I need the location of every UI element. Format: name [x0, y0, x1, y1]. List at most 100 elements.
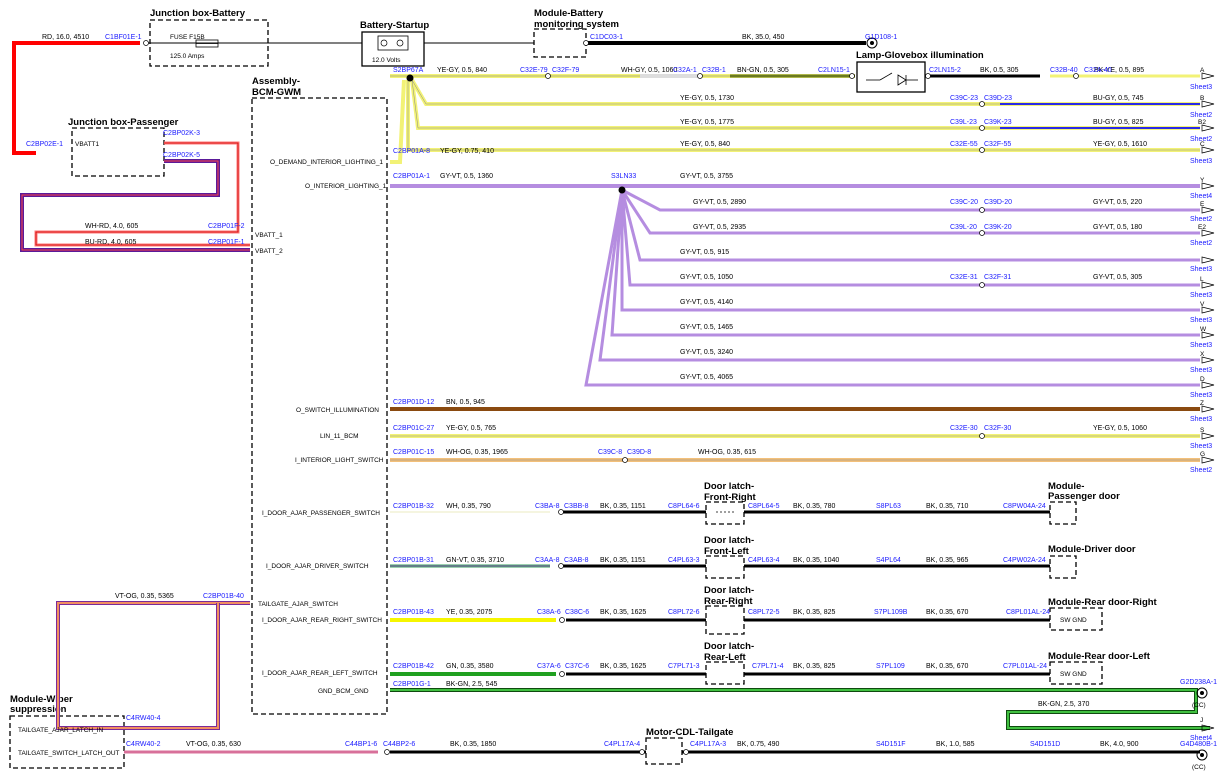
ref-b: B Sheet2 [1190, 95, 1215, 119]
label-bk-305: BK, 0.5, 305 [980, 67, 1019, 74]
ref-w-sheet: Sheet3 [1190, 342, 1212, 349]
label-bk-1850: BK, 0.35, 1850 [450, 741, 496, 748]
ref-x: X Sheet3 [1190, 351, 1215, 374]
module-battery-outline [533, 28, 587, 58]
label-gy-vt-1360: GY-VT, 0.5, 1360 [440, 173, 493, 180]
junction-box-battery-title: Junction box-Battery [150, 8, 246, 19]
terminal-markers [143, 40, 1079, 755]
ref-cc-2: (CC) [1192, 764, 1206, 771]
lamp-glovebox-title: Lamp-Glovebox illumination [856, 50, 984, 61]
conn-s3ln33: S3LN33 [611, 173, 636, 180]
label-bk-1040: BK, 0.35, 1040 [793, 557, 839, 564]
conn-c4rw404: C4RW40-4 [126, 715, 161, 722]
label-ye-gy-765: YE-GY, 0.5, 765 [446, 425, 496, 432]
conn-c32a40: C32A-40 [1084, 67, 1112, 74]
ref-y-sheet: Sheet4 [1190, 193, 1212, 200]
wire-labels: RD, 16.0, 4510 BK, 35.0, 450 YE-GY, 0.5,… [42, 34, 1147, 748]
ref-s: S Sheet3 [1190, 427, 1215, 450]
conn-c39l23: C39L-23 [950, 119, 977, 126]
door-latch-fr-title-1: Door latch- [704, 481, 754, 492]
junction-box-passenger-outline [71, 127, 165, 177]
pin-i-interior-light: I_INTERIOR_LIGHT_SWITCH [295, 457, 384, 464]
label-gy-vt-915: GY-VT, 0.5, 915 [680, 249, 729, 256]
label-wh-og-615: WH-OG, 0.35, 615 [698, 449, 756, 456]
label-bn-gn: BN-GN, 0.5, 305 [737, 67, 789, 74]
conn-c4pl634: C4PL63-4 [748, 557, 780, 564]
label-bk-gn-545: BK-GN, 2.5, 545 [446, 681, 497, 688]
conn-c2bp01c15: C2BP01C-15 [393, 449, 434, 456]
conn-c39d8: C39D-8 [627, 449, 651, 456]
module-battery-title-2: monitoring system [534, 19, 619, 30]
conn-s8pl63: S8PL63 [876, 503, 901, 510]
conn-c39d23: C39D-23 [984, 95, 1012, 102]
splice-s3ln33 [618, 186, 626, 194]
wire-bu-rd [20, 159, 250, 252]
ref-l-sheet: Sheet3 [1190, 292, 1212, 299]
label-bk-825a: BK, 0.35, 825 [793, 609, 836, 616]
pin-o-switch-illum: O_SWITCH_ILLUMINATION [296, 407, 379, 414]
door-latch-rr-title-1: Door latch- [704, 585, 754, 596]
module-wiper-outline [9, 715, 125, 769]
label-bn-945: BN, 0.5, 945 [446, 399, 485, 406]
label-gy-vt-4065: GY-VT, 0.5, 4065 [680, 374, 733, 381]
conn-s7pl109: S7PL109 [876, 663, 905, 670]
conn-s7pl109b: S7PL109B [874, 609, 908, 616]
ref-e2: E2 Sheet2 [1190, 224, 1215, 247]
pin-i-door-rl: I_DOOR_AJAR_REAR_LEFT_SWITCH [262, 670, 378, 677]
label-bk-965: BK, 0.35, 965 [926, 557, 969, 564]
ref-z: Z Sheet3 [1190, 400, 1215, 423]
conn-c32e31: C32E-31 [950, 274, 978, 281]
ref-a: A Sheet3 [1190, 67, 1215, 91]
label-gn-vt-3710: GN-VT, 0.35, 3710 [446, 557, 504, 564]
pin-tailgate-switch-latch: TAILGATE_SWITCH_LATCH_OUT [18, 750, 120, 757]
conn-c32f55: C32F-55 [984, 141, 1011, 148]
ref-c: C Sheet3 [1190, 141, 1215, 165]
label-ye-gy-840a: YE-GY, 0.5, 840 [437, 67, 487, 74]
battery-icon [377, 35, 409, 51]
ref-e-sheet: Sheet2 [1190, 216, 1212, 223]
label-vt-og-5365: VT-OG, 0.35, 5365 [115, 593, 174, 600]
door-latch-front-left: Door latch- Front-Left [704, 535, 754, 579]
label-bu-gy-745: BU-GY, 0.5, 745 [1093, 95, 1144, 102]
conn-c32e55: C32E-55 [950, 141, 978, 148]
label-bk-670b: BK, 0.35, 670 [926, 663, 969, 670]
label-gy-vt-2935: GY-VT, 0.5, 2935 [693, 224, 746, 231]
junction-box-passenger-title: Junction box-Passenger [68, 117, 179, 128]
wire-vt-og-5365 [56, 601, 250, 730]
label-ye-gy-840b: YE-GY, 0.5, 840 [680, 141, 730, 148]
conn-c32f31: C32F-31 [984, 274, 1011, 281]
vbatt1-label: VBATT1 [75, 141, 99, 148]
conn-c38a6: C38A-6 [537, 609, 561, 616]
conn-c39c8: C39C-8 [598, 449, 622, 456]
label-bk-35: BK, 35.0, 450 [742, 34, 785, 41]
label-wh-og-1965: WH-OG, 0.35, 1965 [446, 449, 508, 456]
conn-c4pl17a4: C4PL17A-4 [604, 741, 640, 748]
ref-s-sheet: Sheet3 [1190, 443, 1212, 450]
label-rd-16: RD, 16.0, 4510 [42, 34, 89, 41]
ref-cc-1: (CC) [1192, 702, 1206, 709]
label-gy-vt-1465: GY-VT, 0.5, 1465 [680, 324, 733, 331]
ref-z-sheet: Sheet3 [1190, 416, 1212, 423]
conn-c38c6: C38C-6 [565, 609, 589, 616]
ref-j-sheet: Sheet4 [1190, 735, 1212, 742]
label-bk-780: BK, 0.35, 780 [793, 503, 836, 510]
conn-c39l20: C39L-20 [950, 224, 977, 231]
pin-lin-11: LIN_11_BCM [320, 433, 359, 440]
conn-c8pl726: C8PL72-6 [668, 609, 700, 616]
label-gy-vt-3240: GY-VT, 0.5, 3240 [680, 349, 733, 356]
label-bk-1151a: BK, 0.35, 1151 [600, 503, 646, 510]
conn-c32b1: C32B-1 [702, 67, 726, 74]
conn-c44bp26: C44BP2-6 [383, 741, 415, 748]
assembly-bcm-title-1: Assembly- [252, 76, 300, 87]
conn-c2bp01f2: C2BP01F-2 [208, 223, 245, 230]
pin-i-door-driver: I_DOOR_AJAR_DRIVER_SWITCH [266, 563, 369, 570]
conn-c2bp01d12: C2BP01D-12 [393, 399, 434, 406]
sw-gnd-label-rl: SW GND [1060, 671, 1087, 678]
label-wh-rd: WH-RD, 4.0, 605 [85, 223, 138, 230]
pin-i-door-rr: I_DOOR_AJAR_REAR_RIGHT_SWITCH [262, 617, 382, 624]
wire-bundle-ye-gy [390, 74, 1200, 164]
label-ye-2075: YE, 0.35, 2075 [446, 609, 492, 616]
conn-c8pl646: C8PL64-6 [668, 503, 700, 510]
conn-c3ab8: C3AB-8 [564, 557, 589, 564]
ref-c-sheet: Sheet3 [1190, 158, 1212, 165]
